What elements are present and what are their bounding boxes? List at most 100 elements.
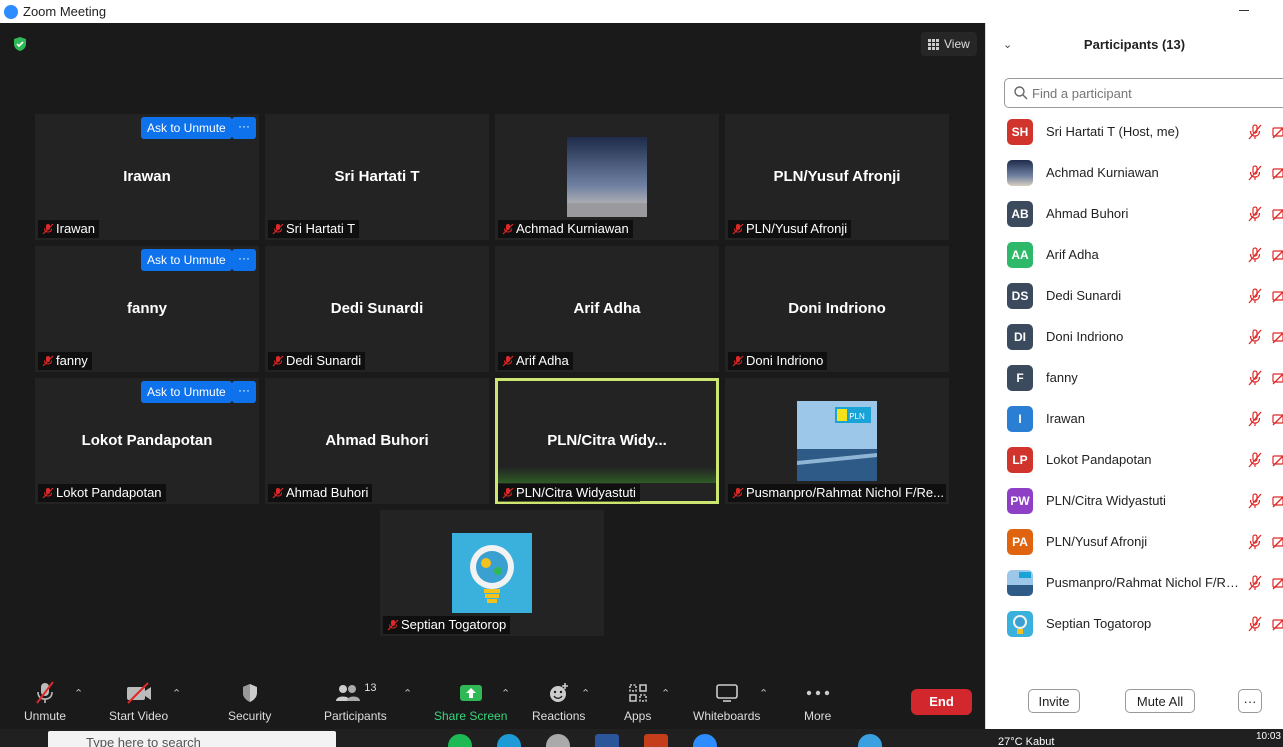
video-off-icon[interactable] [1272,617,1283,631]
participant-name: Arif Adha [1046,247,1099,262]
more-button[interactable]: More [804,680,831,723]
tile-name-label: Achmad Kurniawan [498,220,633,238]
word-taskbar-icon[interactable] [595,734,619,747]
panel-more-button[interactable]: ··· [1238,689,1262,713]
muted-mic-icon[interactable] [1248,574,1262,591]
video-tile[interactable]: Achmad Kurniawan [495,114,719,240]
weather-widget[interactable]: 27°C Kabut [998,736,1054,747]
tile-more-button[interactable]: ··· [232,117,256,139]
participant-row[interactable]: Achmad Kurniawan [986,152,1283,193]
participant-name: Irawan [1046,411,1086,426]
participant-row[interactable]: Septian Togatorop [986,603,1283,644]
share-screen-button[interactable]: Share Screen [434,680,507,723]
participant-row[interactable]: DS Dedi Sunardi [986,275,1283,316]
tile-label-text: Pusmanpro/Rahmat Nichol F/Re... [746,485,944,500]
muted-mic-icon[interactable] [1248,410,1262,427]
participant-row[interactable]: Ffanny [986,357,1283,398]
video-off-icon[interactable] [1272,371,1283,385]
ask-to-unmute-button[interactable]: Ask to Unmute [141,249,232,271]
video-tile[interactable]: Lokot Pandapotan Ask to Unmute ··· Lokot Pa… [35,378,259,504]
video-off-icon[interactable] [1272,330,1283,344]
security-button[interactable]: Security [228,680,271,723]
video-tile[interactable]: Ahmad Buhori Ahmad Buhori [265,378,489,504]
video-off-icon[interactable] [1272,289,1283,303]
participant-search-input[interactable] [1032,85,1272,101]
audio-options-chevron-icon[interactable]: ⌃ [74,687,83,700]
powerpoint-taskbar-icon[interactable] [644,734,668,747]
participant-row[interactable]: PW PLN/Citra Widyastuti [986,480,1283,521]
video-tile[interactable]: Irawan Ask to Unmute ··· Irawan [35,114,259,240]
tile-name-label: Doni Indriono [728,352,828,370]
apps-button[interactable]: Apps [624,680,651,723]
unmute-button[interactable]: Unmute [24,680,66,723]
participant-row[interactable]: Pusmanpro/Rahmat Nichol F/Re... [986,562,1283,603]
tile-display-name: fanny [126,300,167,317]
tile-more-button[interactable]: ··· [232,381,256,403]
reactions-button[interactable]: Reactions [532,680,585,723]
video-tile[interactable]: Sri Hartati T Sri Hartati T [265,114,489,240]
muted-mic-icon[interactable] [1248,369,1262,386]
video-tile[interactable]: Doni Indriono Doni Indriono [725,246,949,372]
invite-button[interactable]: Invite [1028,689,1080,713]
edge-taskbar-icon[interactable] [497,734,521,747]
muted-mic-icon[interactable] [1248,246,1262,263]
spotify-taskbar-icon[interactable] [448,734,472,747]
muted-mic-icon[interactable] [1248,328,1262,345]
video-off-icon[interactable] [1272,494,1283,508]
video-off-icon[interactable] [1272,453,1283,467]
app-taskbar-icon[interactable] [858,734,882,747]
ask-to-unmute-button[interactable]: Ask to Unmute [141,381,232,403]
muted-mic-icon[interactable] [1248,287,1262,304]
tile-display-name: Doni Indriono [788,300,886,317]
muted-mic-icon[interactable] [1248,164,1262,181]
participants-button[interactable]: 13 Participants [324,680,387,723]
ask-to-unmute-button[interactable]: Ask to Unmute [141,117,232,139]
video-off-icon[interactable] [1272,125,1283,139]
video-off-icon[interactable] [1272,576,1283,590]
muted-mic-icon[interactable] [1248,451,1262,468]
muted-mic-icon[interactable] [1248,492,1262,509]
video-options-chevron-icon[interactable]: ⌃ [172,687,181,700]
whiteboards-options-chevron-icon[interactable]: ⌃ [759,687,768,700]
view-button[interactable]: View [921,32,977,56]
video-tile[interactable]: Dedi Sunardi Dedi Sunardi [265,246,489,372]
participant-row[interactable]: PA PLN/Yusuf Afronji [986,521,1283,562]
video-off-icon[interactable] [1272,207,1283,221]
participant-row[interactable]: AA Arif Adha [986,234,1283,275]
taskbar-search-box[interactable]: Type here to search [48,731,336,747]
security-shield-icon[interactable] [12,36,28,52]
video-tile[interactable]: Septian Togatorop [380,510,604,636]
muted-mic-icon[interactable] [1248,205,1262,222]
apps-options-chevron-icon[interactable]: ⌃ [661,687,670,700]
video-off-icon[interactable] [1272,412,1283,426]
start-video-button[interactable]: Start Video [109,680,168,723]
minimize-icon[interactable] [1239,10,1249,11]
video-off-icon[interactable] [1272,248,1283,262]
participant-row[interactable]: DI Doni Indriono [986,316,1283,357]
video-tile[interactable]: Arif Adha Arif Adha [495,246,719,372]
participant-row[interactable]: SH Sri Hartati T (Host, me) [986,111,1283,152]
video-tile[interactable]: PLN Pusmanpro/Rahmat Nichol F/Re... [725,378,949,504]
mute-all-button[interactable]: Mute All [1125,689,1195,713]
zoom-taskbar-icon[interactable] [693,734,717,747]
avatar-initials: DS [1011,288,1029,303]
end-meeting-button[interactable]: End [911,689,972,715]
participant-row[interactable]: AB Ahmad Buhori [986,193,1283,234]
participant-search-box[interactable] [1004,78,1283,108]
video-tile[interactable]: PLN/Citra Widy... PLN/Citra Widyastuti [495,378,719,504]
chrome-taskbar-icon[interactable] [546,734,570,747]
video-off-icon[interactable] [1272,535,1283,549]
share-options-chevron-icon[interactable]: ⌃ [501,687,510,700]
muted-mic-icon[interactable] [1248,533,1262,550]
participants-options-chevron-icon[interactable]: ⌃ [403,687,412,700]
participant-row[interactable]: I Irawan [986,398,1283,439]
video-tile[interactable]: fanny Ask to Unmute ··· fanny [35,246,259,372]
tile-more-button[interactable]: ··· [232,249,256,271]
reactions-options-chevron-icon[interactable]: ⌃ [581,687,590,700]
video-off-icon[interactable] [1272,166,1283,180]
muted-mic-icon[interactable] [1248,123,1262,140]
participant-row[interactable]: LP Lokot Pandapotan [986,439,1283,480]
video-tile[interactable]: PLN/Yusuf Afronji PLN/Yusuf Afronji [725,114,949,240]
whiteboards-button[interactable]: Whiteboards [693,680,760,723]
muted-mic-icon[interactable] [1248,615,1262,632]
